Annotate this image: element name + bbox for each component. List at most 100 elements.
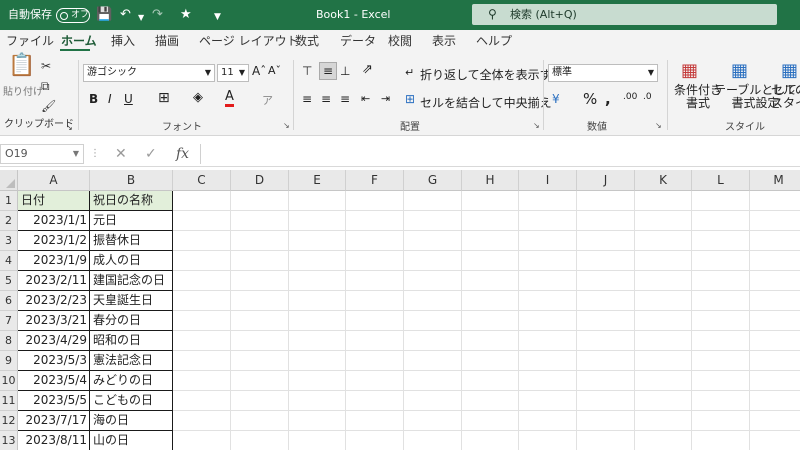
cell-g8[interactable] — [404, 331, 462, 351]
column-header-j[interactable]: J — [577, 170, 635, 191]
column-header-a[interactable]: A — [18, 170, 90, 191]
wrap-text-icon[interactable]: ↵ — [405, 66, 414, 79]
cell-m11[interactable] — [750, 391, 800, 411]
cell-h6[interactable] — [462, 291, 519, 311]
row-header-5[interactable]: 5 — [0, 271, 18, 291]
conditional-format-icon[interactable]: ▦ — [681, 60, 698, 81]
cancel-icon[interactable]: ✕ — [115, 144, 127, 164]
alignment-launcher-icon[interactable]: ↘ — [533, 121, 540, 130]
cell-e8[interactable] — [289, 331, 346, 351]
cell-i10[interactable] — [519, 371, 577, 391]
merge-center-label[interactable]: セルを結合して中央揃え — [420, 94, 552, 111]
autosave-toggle[interactable]: オフ — [56, 8, 90, 23]
cell-k1[interactable] — [635, 191, 692, 211]
cell-a4[interactable]: 2023/1/9 — [18, 251, 90, 271]
cell-m2[interactable] — [750, 211, 800, 231]
row-header-7[interactable]: 7 — [0, 311, 18, 331]
cell-d5[interactable] — [231, 271, 289, 291]
column-header-d[interactable]: D — [231, 170, 289, 191]
comma-style-icon[interactable]: , — [605, 90, 611, 108]
cell-j11[interactable] — [577, 391, 635, 411]
cell-m5[interactable] — [750, 271, 800, 291]
cell-i12[interactable] — [519, 411, 577, 431]
cell-b11[interactable]: こどもの日 — [90, 391, 173, 411]
row-header-10[interactable]: 10 — [0, 371, 18, 391]
cell-m6[interactable] — [750, 291, 800, 311]
cell-a12[interactable]: 2023/7/17 — [18, 411, 90, 431]
cell-a11[interactable]: 2023/5/5 — [18, 391, 90, 411]
cell-f5[interactable] — [346, 271, 404, 291]
column-header-c[interactable]: C — [173, 170, 231, 191]
cell-d3[interactable] — [231, 231, 289, 251]
cell-d12[interactable] — [231, 411, 289, 431]
cell-i11[interactable] — [519, 391, 577, 411]
cell-e11[interactable] — [289, 391, 346, 411]
save-icon[interactable]: 💾 — [96, 6, 112, 24]
cell-m9[interactable] — [750, 351, 800, 371]
cell-j4[interactable] — [577, 251, 635, 271]
row-header-13[interactable]: 13 — [0, 431, 18, 450]
cell-m10[interactable] — [750, 371, 800, 391]
cell-l11[interactable] — [692, 391, 750, 411]
insert-function-icon[interactable]: fx — [176, 144, 189, 164]
cell-j2[interactable] — [577, 211, 635, 231]
cell-f12[interactable] — [346, 411, 404, 431]
cell-d13[interactable] — [231, 431, 289, 450]
cell-e7[interactable] — [289, 311, 346, 331]
cell-g5[interactable] — [404, 271, 462, 291]
paste-icon[interactable]: 📋 — [8, 55, 35, 77]
cell-c5[interactable] — [173, 271, 231, 291]
undo-icon[interactable]: ↶ — [120, 6, 131, 24]
cell-e2[interactable] — [289, 211, 346, 231]
font-color-icon[interactable]: A — [225, 90, 234, 107]
cell-h7[interactable] — [462, 311, 519, 331]
format-painter-icon[interactable]: 🖌 — [41, 98, 56, 114]
cell-a8[interactable]: 2023/4/29 — [18, 331, 90, 351]
cell-b10[interactable]: みどりの日 — [90, 371, 173, 391]
cell-d11[interactable] — [231, 391, 289, 411]
cell-d1[interactable] — [231, 191, 289, 211]
underline-icon[interactable]: U — [124, 92, 133, 106]
align-middle-icon[interactable]: ≡ — [319, 62, 337, 80]
customize-qat-icon[interactable]: ▼ — [214, 8, 221, 26]
cell-g11[interactable] — [404, 391, 462, 411]
cell-m13[interactable] — [750, 431, 800, 450]
cell-h9[interactable] — [462, 351, 519, 371]
cell-f11[interactable] — [346, 391, 404, 411]
align-bottom-icon[interactable]: ⊥ — [340, 64, 350, 78]
cell-j13[interactable] — [577, 431, 635, 450]
row-header-12[interactable]: 12 — [0, 411, 18, 431]
cell-c11[interactable] — [173, 391, 231, 411]
cell-g2[interactable] — [404, 211, 462, 231]
cell-j5[interactable] — [577, 271, 635, 291]
italic-icon[interactable]: I — [108, 92, 112, 106]
cell-e9[interactable] — [289, 351, 346, 371]
tab-view[interactable]: 表示 — [432, 30, 456, 52]
cell-i2[interactable] — [519, 211, 577, 231]
cell-b6[interactable]: 天皇誕生日 — [90, 291, 173, 311]
cell-c9[interactable] — [173, 351, 231, 371]
cell-c1[interactable] — [173, 191, 231, 211]
cell-h11[interactable] — [462, 391, 519, 411]
cell-k9[interactable] — [635, 351, 692, 371]
percent-icon[interactable]: % — [583, 90, 597, 108]
cell-f8[interactable] — [346, 331, 404, 351]
cell-f2[interactable] — [346, 211, 404, 231]
cell-l10[interactable] — [692, 371, 750, 391]
cell-h8[interactable] — [462, 331, 519, 351]
tab-file[interactable]: ファイル — [6, 30, 54, 52]
font-name-dropdown[interactable]: 游ゴシック ▼ — [83, 64, 215, 82]
cell-m1[interactable] — [750, 191, 800, 211]
tab-formulas[interactable]: 数式 — [295, 30, 319, 52]
cell-l7[interactable] — [692, 311, 750, 331]
cell-i5[interactable] — [519, 271, 577, 291]
cell-k3[interactable] — [635, 231, 692, 251]
copy-icon[interactable]: ⧉ — [41, 78, 50, 94]
cell-e13[interactable] — [289, 431, 346, 450]
cell-j3[interactable] — [577, 231, 635, 251]
cell-g13[interactable] — [404, 431, 462, 450]
format-as-table-icon[interactable]: ▦ — [731, 60, 748, 81]
cell-e3[interactable] — [289, 231, 346, 251]
cell-h12[interactable] — [462, 411, 519, 431]
column-header-m[interactable]: M — [750, 170, 800, 191]
